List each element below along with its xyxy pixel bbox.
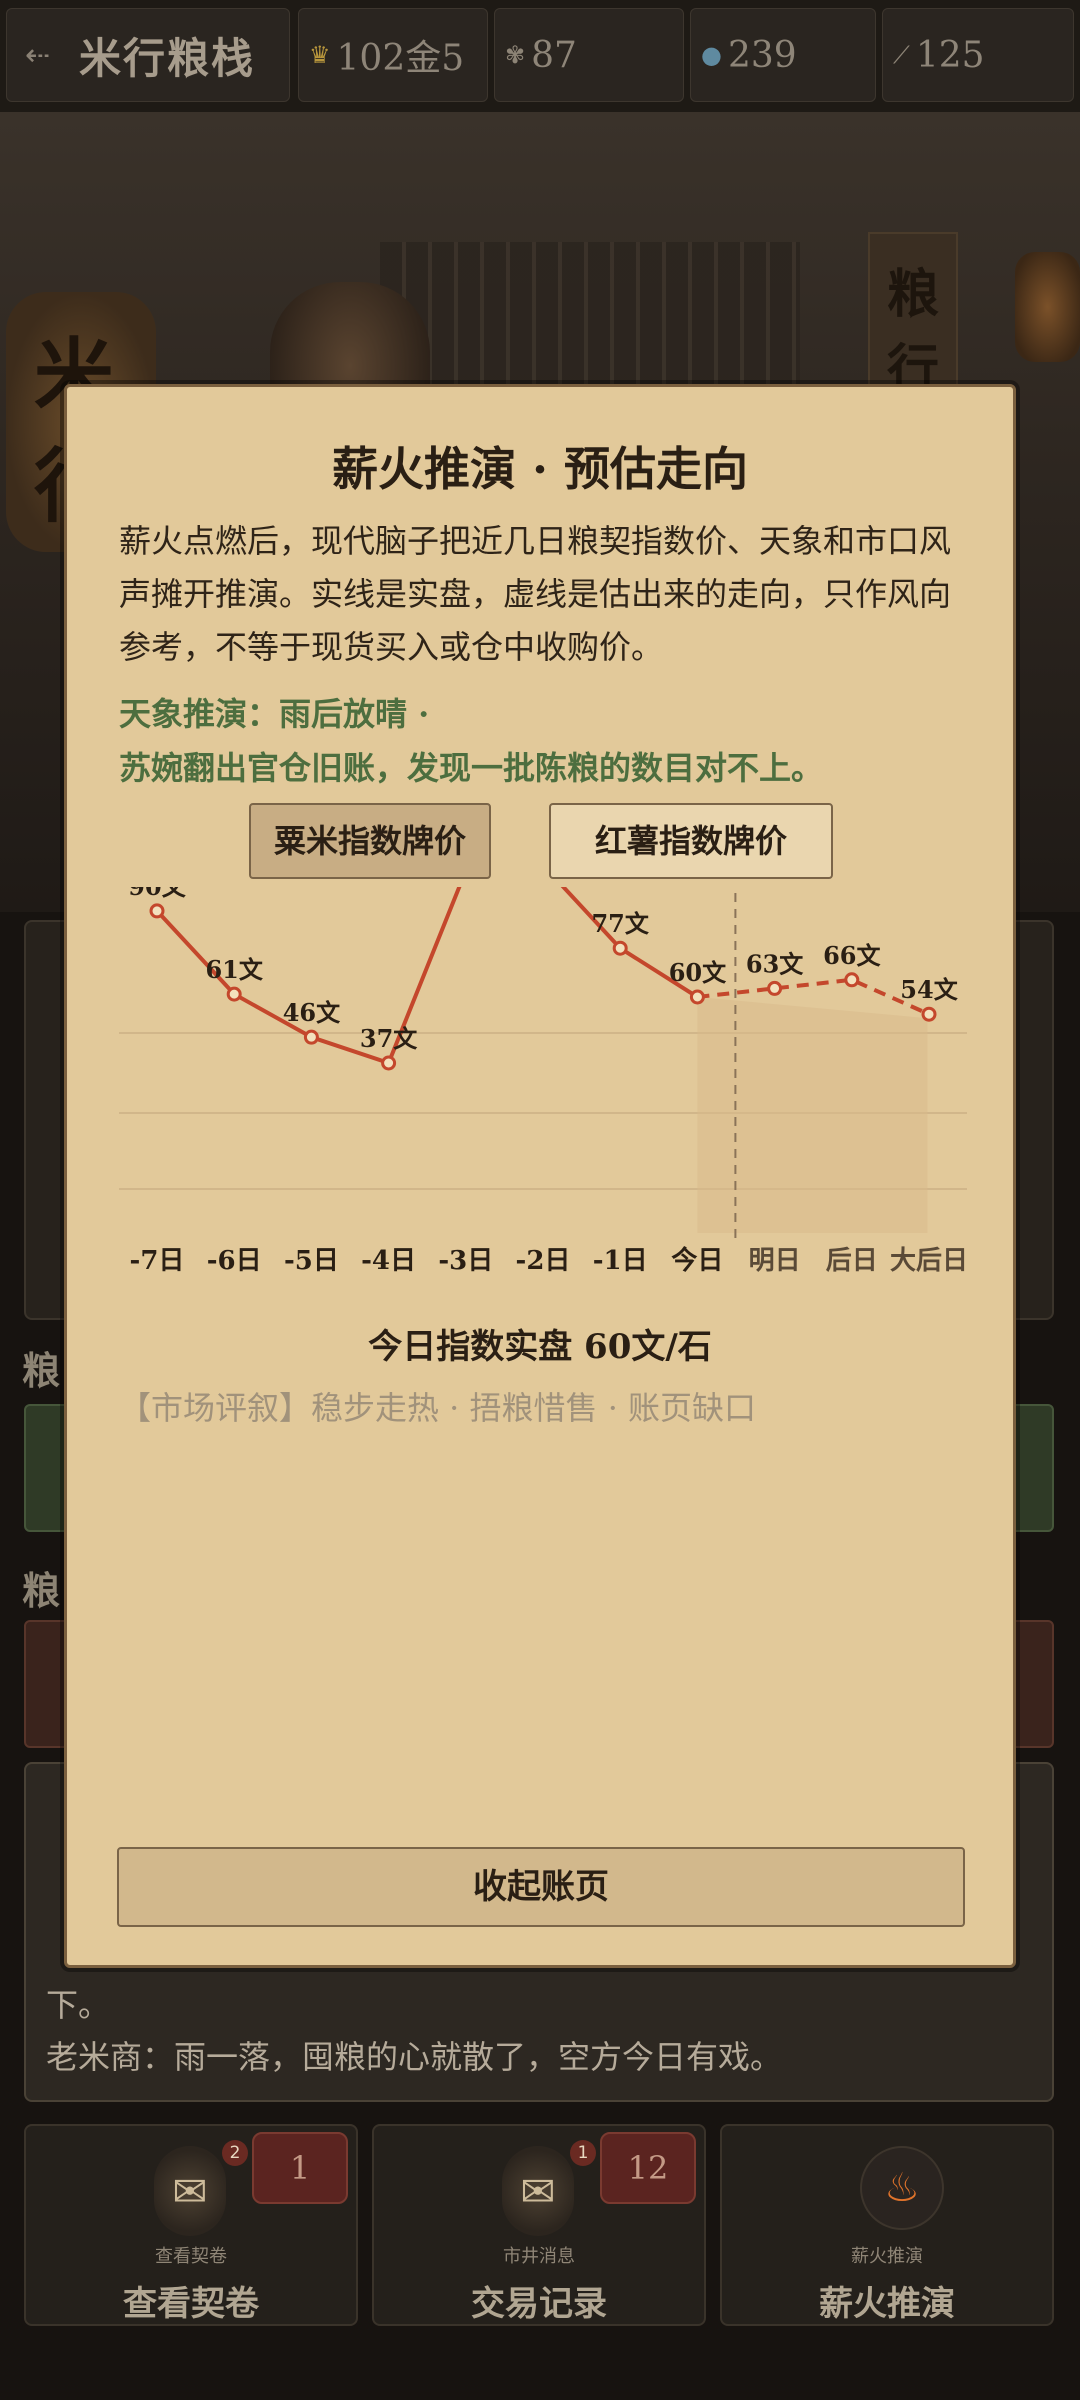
tab-millet-index[interactable]: 粟米指数牌价 xyxy=(249,803,491,879)
nav-caption: 查看契卷 xyxy=(155,2246,227,2267)
notification-badge: 2 xyxy=(222,2140,248,2166)
data-label: 60文 xyxy=(669,958,727,987)
tab-sweet-potato-index[interactable]: 红薯指数牌价 xyxy=(549,803,833,879)
message-line: 下。 xyxy=(46,1986,111,2024)
data-label: 61文 xyxy=(205,955,263,984)
water-value: 239 xyxy=(727,34,797,76)
price-chart: 90文61文46文37文104文106文77文60文63文66文54文-7日-6… xyxy=(119,887,968,1276)
data-label: 77文 xyxy=(591,909,649,938)
scroll-icon: ✉ xyxy=(502,2146,574,2236)
data-label: 66文 xyxy=(823,941,881,970)
x-tick-label: -4日 xyxy=(361,1246,416,1276)
data-point xyxy=(149,903,165,919)
x-tick-label: 明日 xyxy=(749,1246,801,1276)
x-tick-label: -3日 xyxy=(438,1246,493,1276)
x-tick-label: -2日 xyxy=(516,1246,571,1276)
data-point xyxy=(303,1029,319,1045)
data-label: 63文 xyxy=(746,949,804,978)
fire-icon: ♨ xyxy=(860,2146,944,2230)
scroll-icon: ✉ xyxy=(154,2146,226,2236)
x-tick-label: -6日 xyxy=(207,1246,262,1276)
trade-records-button[interactable]: ✉ 1 12 市井消息 交易记录 xyxy=(372,2124,706,2326)
modal-title: 薪火推演 · 预估走向 xyxy=(331,442,749,496)
today-price-summary: 今日指数实盘 60文/石 xyxy=(368,1327,712,1367)
data-label: 54文 xyxy=(900,975,958,1004)
x-tick-label: 今日 xyxy=(671,1245,723,1276)
data-label: 46文 xyxy=(283,998,341,1027)
title-box: ⇠ 米行粮栈 xyxy=(6,8,290,102)
water-drop-icon: ● xyxy=(701,41,722,69)
count-badge: 1 xyxy=(252,2132,348,2204)
data-point xyxy=(844,972,860,988)
hanging-lantern xyxy=(1015,252,1080,362)
x-tick-label: -5日 xyxy=(284,1246,339,1276)
nav-caption: 薪火推演 xyxy=(851,2246,923,2267)
nav-label: 交易记录 xyxy=(471,2284,607,2324)
notification-badge: 1 xyxy=(570,2140,596,2166)
market-comment: 【市场评叙】稳步走热 · 捂粮惜售 · 账页缺口 xyxy=(119,1389,757,1427)
fire-forecast-button[interactable]: ♨ 薪火推演 薪火推演 xyxy=(720,2124,1054,2326)
top-status-bar: ⇠ 米行粮栈 ♛ 102金5 ✾ 87 ● 239 ⟋ 125 xyxy=(0,0,1080,112)
weather-line: 苏婉翻出官仓旧账，发现一批陈粮的数目对不上。 xyxy=(119,749,824,787)
gold-resource: ♛ 102金5 xyxy=(298,8,488,102)
view-contracts-button[interactable]: ✉ 2 1 查看契卷 查看契卷 xyxy=(24,2124,358,2326)
close-ledger-button[interactable]: 收起账页 xyxy=(117,1847,965,1927)
nav-label: 查看契卷 xyxy=(123,2284,259,2324)
gold-icon: ♛ xyxy=(309,41,331,69)
x-tick-label: -7日 xyxy=(130,1246,185,1276)
message-line: 老米商：雨一落，囤粮的心就散了，空方今日有戏。 xyxy=(46,2038,783,2076)
modal-description: 薪火点燃后，现代脑子把近几日粮契指数价、天象和市口风声摊开推演。实线是实盘，虚线… xyxy=(119,522,952,666)
count-badge: 12 xyxy=(600,2132,696,2204)
feather-value: 125 xyxy=(915,34,985,76)
grain-value: 87 xyxy=(531,34,577,76)
weather-forecast: 天象推演：雨后放晴 · 苏婉翻出官仓旧账，发现一批陈粮的数目对不上。 xyxy=(119,687,975,795)
data-label: 37文 xyxy=(360,1024,418,1053)
forecast-modal: 薪火推演 · 预估走向 薪火点燃后，现代脑子把近几日粮契指数价、天象和市口风声摊… xyxy=(64,384,1016,1968)
x-tick-label: -1日 xyxy=(593,1246,648,1276)
data-point xyxy=(612,940,628,956)
bottom-navigation: ✉ 2 1 查看契卷 查看契卷 ✉ 1 12 市井消息 交易记录 ♨ 薪火推演 … xyxy=(0,2114,1080,2400)
nav-label: 薪火推演 xyxy=(819,2284,955,2324)
grain-resource: ✾ 87 xyxy=(494,8,684,102)
data-point xyxy=(226,986,242,1002)
weather-line: 天象推演：雨后放晴 · xyxy=(119,695,430,733)
feather-resource: ⟋ 125 xyxy=(882,8,1074,102)
section-label: 粮 xyxy=(22,1568,61,1613)
x-tick-label: 大后日 xyxy=(890,1246,968,1276)
feather-icon: ⟋ xyxy=(893,41,910,69)
data-point xyxy=(921,1006,937,1022)
x-tick-label: 后日 xyxy=(826,1246,878,1276)
section-label: 粮 xyxy=(22,1348,61,1393)
data-point xyxy=(767,980,783,996)
data-point xyxy=(689,989,705,1005)
forecast-range-band xyxy=(697,997,928,1233)
grain-shop-sign: 粮 行 xyxy=(868,232,958,406)
data-point xyxy=(381,1055,397,1071)
shop-title: 米行粮栈 xyxy=(79,33,256,83)
grain-icon: ✾ xyxy=(505,41,526,69)
gold-value: 102金5 xyxy=(336,38,465,79)
nav-caption: 市井消息 xyxy=(503,2246,575,2267)
water-resource: ● 239 xyxy=(690,8,876,102)
back-arrow-icon[interactable]: ⇠ xyxy=(25,38,65,73)
data-label: 90文 xyxy=(128,887,186,901)
